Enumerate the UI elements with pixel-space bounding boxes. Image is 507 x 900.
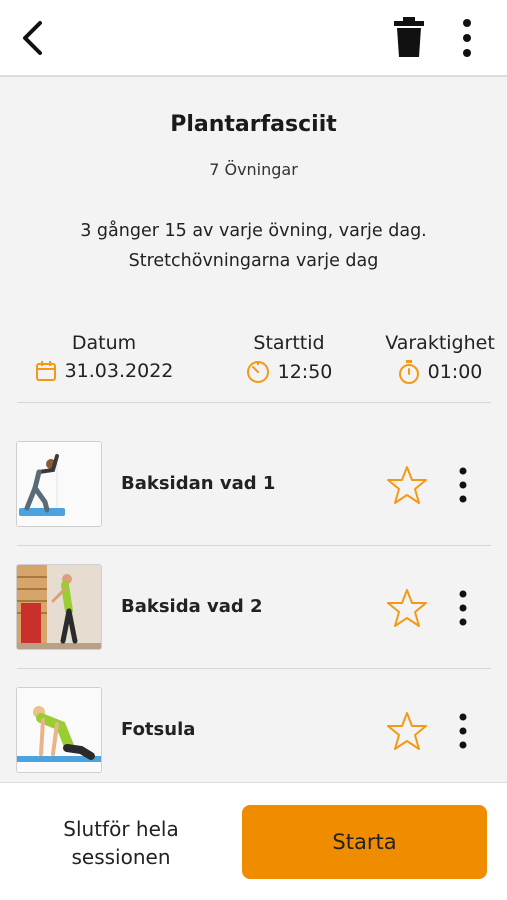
exercise-thumbnail xyxy=(16,687,102,773)
top-app-bar xyxy=(0,0,507,77)
exercise-image xyxy=(17,442,101,526)
finish-label-line-1: Slutför hela xyxy=(63,817,179,841)
star-outline-icon xyxy=(387,466,427,504)
duration-info[interactable]: Varaktighet 01:00 xyxy=(378,332,502,384)
start-button-label: Starta xyxy=(332,830,397,854)
exercise-options-button[interactable] xyxy=(450,709,476,753)
clock-icon xyxy=(246,361,269,383)
stopwatch-icon xyxy=(398,360,419,384)
more-vertical-icon xyxy=(459,467,467,503)
duration-label: Varaktighet xyxy=(385,332,495,354)
favorite-button[interactable] xyxy=(385,709,429,753)
more-options-button[interactable] xyxy=(452,14,482,62)
favorite-button[interactable] xyxy=(385,586,429,630)
exercise-name: Baksida vad 2 xyxy=(121,596,263,617)
program-description: 3 gånger 15 av varje övning, varje dag. … xyxy=(40,216,467,276)
finish-session-button[interactable]: Slutför hela sessionen xyxy=(30,815,212,871)
favorite-button[interactable] xyxy=(385,463,429,507)
date-label: Datum xyxy=(71,332,137,354)
exercise-row[interactable]: Fotsula xyxy=(0,669,507,791)
exercise-row[interactable]: Baksidan vad 1 xyxy=(0,423,507,545)
exercise-name: Fotsula xyxy=(121,719,196,740)
start-time-value: 12:50 xyxy=(277,361,333,383)
exercise-thumbnail xyxy=(16,441,102,527)
exercise-row[interactable]: Baksida vad 2 xyxy=(0,546,507,668)
calendar-icon xyxy=(35,361,56,381)
divider xyxy=(17,402,491,403)
exercise-thumbnail xyxy=(16,564,102,650)
bottom-action-bar: Slutför hela sessionen Starta xyxy=(0,782,507,900)
description-line-1: 3 gånger 15 av varje övning, varje dag. xyxy=(80,221,427,241)
exercise-count: 7 Övningar xyxy=(209,160,298,179)
exercise-image xyxy=(17,565,101,649)
more-vertical-icon xyxy=(459,713,467,749)
chevron-left-icon xyxy=(23,21,42,55)
date-value: 31.03.2022 xyxy=(64,360,174,382)
start-button[interactable]: Starta xyxy=(242,805,487,879)
description-line-2: Stretchövningarna varje dag xyxy=(128,251,379,271)
date-info[interactable]: Datum 31.03.2022 xyxy=(14,332,194,382)
more-vertical-icon xyxy=(463,19,471,57)
delete-button[interactable] xyxy=(390,14,428,60)
program-title: Plantarfasciit xyxy=(170,112,337,137)
trash-icon xyxy=(394,17,424,57)
duration-value: 01:00 xyxy=(427,361,483,383)
more-vertical-icon xyxy=(459,590,467,626)
back-button[interactable] xyxy=(14,18,50,58)
exercise-options-button[interactable] xyxy=(450,586,476,630)
star-outline-icon xyxy=(387,712,427,750)
start-time-info[interactable]: Starttid 12:50 xyxy=(214,332,364,384)
star-outline-icon xyxy=(387,589,427,627)
finish-label-line-2: sessionen xyxy=(71,845,171,869)
exercise-image xyxy=(17,688,101,772)
start-time-label: Starttid xyxy=(253,332,325,354)
exercise-options-button[interactable] xyxy=(450,463,476,507)
exercise-name: Baksidan vad 1 xyxy=(121,473,276,494)
